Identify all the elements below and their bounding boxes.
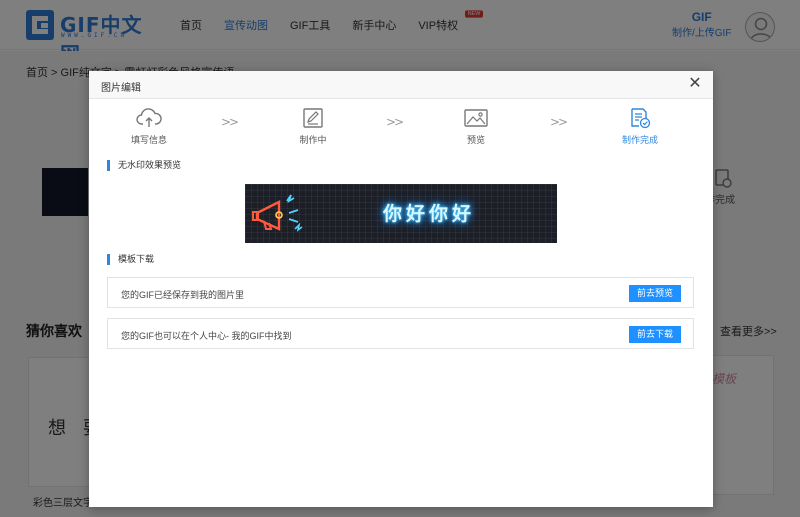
step-label: 制作完成 xyxy=(621,135,658,145)
saved-notice-text: 您的GIF已经保存到我的图片里 xyxy=(121,290,244,300)
download-section-title: 模板下载 xyxy=(107,254,154,265)
step-arrow: >> xyxy=(386,115,404,129)
cloud-upload-icon xyxy=(136,108,162,127)
modal-header: 图片编辑 ✕ xyxy=(89,71,713,99)
go-download-button[interactable]: 前去下载 xyxy=(629,326,681,343)
step-arrow: >> xyxy=(221,115,239,129)
close-icon[interactable]: ✕ xyxy=(687,76,703,92)
saved-notice-row: 您的GIF已经保存到我的图片里 前去预览 xyxy=(107,277,694,308)
modal-title: 图片编辑 xyxy=(101,83,141,94)
step-arrow: >> xyxy=(550,115,568,129)
step-complete: 制作完成 xyxy=(600,107,680,146)
step-label: 制作中 xyxy=(299,135,327,145)
document-check-icon xyxy=(631,108,651,129)
progress-steps: 填写信息 >> 制作中 >> 预览 >> 制作完成 xyxy=(89,107,713,151)
step-making: 制作中 xyxy=(273,107,353,146)
edit-icon xyxy=(303,108,323,128)
neon-banner-text: 你好你好 xyxy=(383,203,476,225)
step-label: 预览 xyxy=(466,135,485,145)
neon-banner-preview: 你好你好 xyxy=(245,184,557,243)
step-fill-info: 填写信息 xyxy=(109,107,189,146)
image-edit-modal: 图片编辑 ✕ 填写信息 >> 制作中 >> 预览 >> 制作完成 无水印效果预览… xyxy=(89,71,713,507)
step-label: 填写信息 xyxy=(130,135,167,145)
megaphone-icon xyxy=(252,194,303,232)
preview-section-title: 无水印效果预览 xyxy=(107,160,181,171)
download-notice-text: 您的GIF也可以在个人中心- 我的GIF中找到 xyxy=(121,331,292,341)
image-icon xyxy=(464,109,488,127)
download-notice-row: 您的GIF也可以在个人中心- 我的GIF中找到 前去下载 xyxy=(107,318,694,349)
go-preview-button[interactable]: 前去预览 xyxy=(629,285,681,302)
step-preview: 预览 xyxy=(436,107,516,146)
